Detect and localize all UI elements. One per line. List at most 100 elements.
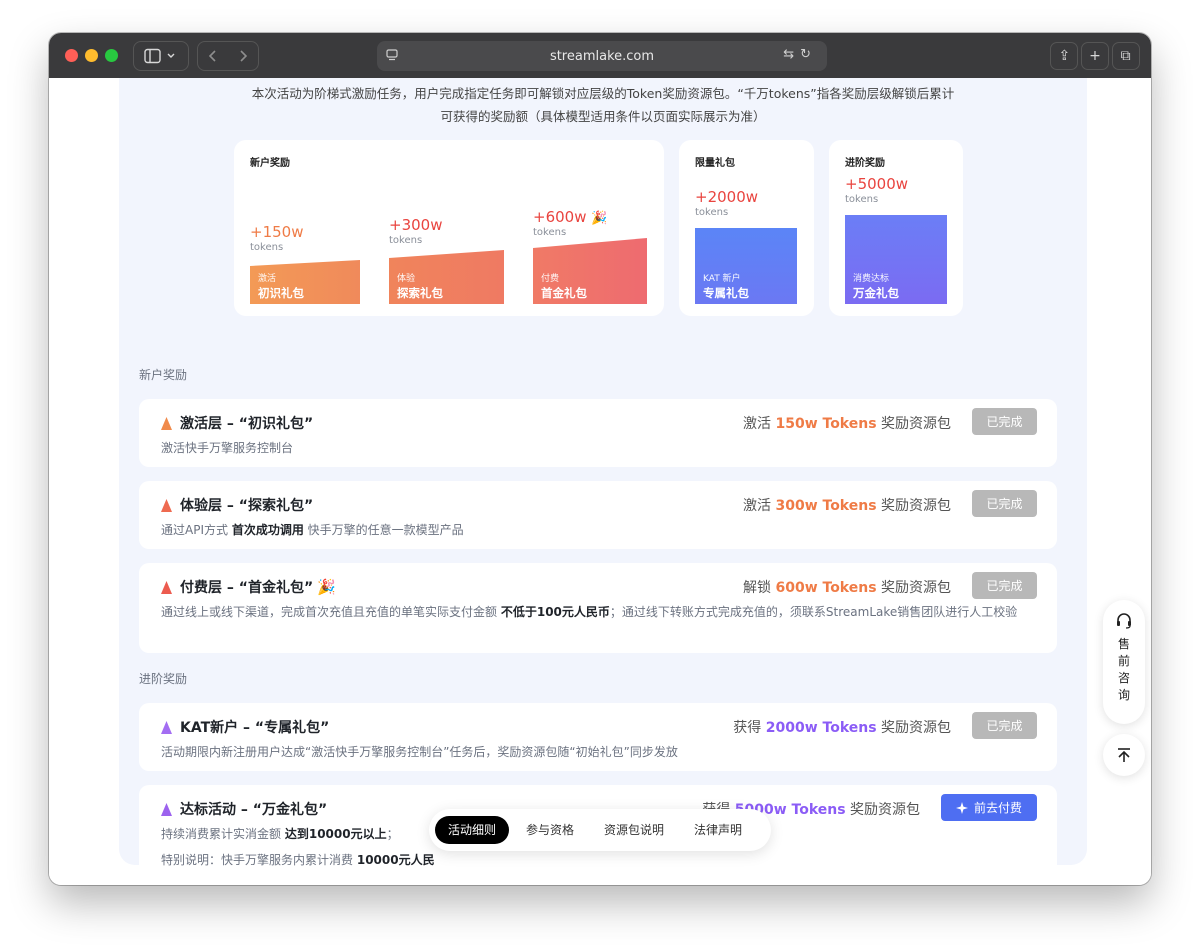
- advanced-summary-card: 进阶奖励 +5000w tokens 消费达标 万金礼包: [829, 140, 963, 316]
- block-tag: 消费达标: [853, 274, 890, 284]
- kat-block: KAT 新户 专属礼包: [695, 228, 797, 304]
- close-window-button[interactable]: [65, 49, 78, 62]
- tier-icon: [161, 580, 172, 594]
- consult-label: 售前咨询: [1117, 637, 1130, 702]
- reward-unit: tokens: [250, 242, 284, 253]
- reward-amount: +5000w: [845, 175, 909, 193]
- reward-value: 600w Tokens: [775, 580, 877, 596]
- desc-highlight: 首次成功调用: [231, 523, 304, 537]
- reward-amount: +600w 🎉: [533, 208, 607, 226]
- reward-prefix: 激活: [743, 498, 772, 514]
- reward-value: 2000w Tokens: [765, 720, 877, 736]
- tab-legal[interactable]: 法律声明: [681, 816, 755, 844]
- arrow-up-icon: [1118, 748, 1130, 762]
- block-tag: KAT 新户: [703, 274, 741, 284]
- section-title-advanced: 进阶奖励: [139, 672, 188, 686]
- headset-icon: [1117, 613, 1131, 629]
- completed-button[interactable]: 已完成: [972, 490, 1037, 517]
- completed-button[interactable]: 已完成: [972, 712, 1037, 739]
- task-row-activation: 激活层 – “初识礼包” 激活快手万擎服务控制台 激活 150w Tokens …: [139, 399, 1057, 467]
- task-title: 付费层 – “首金礼包” 🎉: [161, 577, 336, 597]
- desc-part: ；: [386, 827, 399, 841]
- url-text: streamlake.com: [549, 48, 655, 64]
- desc-highlight: 不低于100元人民币: [500, 605, 610, 619]
- task-title: KAT新户 – “专属礼包”: [161, 717, 329, 737]
- card-title: 新户奖励: [250, 158, 290, 169]
- back-icon[interactable]: [208, 49, 218, 63]
- task-reward: 获得 2000w Tokens 奖励资源包: [733, 717, 951, 737]
- address-bar[interactable]: streamlake.com ⇆↻: [377, 41, 827, 71]
- task-reward: 解锁 600w Tokens 奖励资源包: [743, 577, 951, 597]
- task-title-text: KAT新户 – “专属礼包”: [180, 720, 330, 736]
- task-title: 激活层 – “初识礼包”: [161, 413, 313, 433]
- reward-unit: tokens: [389, 235, 423, 246]
- task-title-text: 体验层 – “探索礼包”: [180, 498, 314, 514]
- reward-amount-value: +600w: [533, 208, 587, 226]
- back-to-top-button[interactable]: [1103, 734, 1145, 776]
- reward-prefix: 获得: [733, 720, 762, 736]
- tier-icon: [161, 720, 172, 734]
- card-title: 进阶奖励: [845, 158, 885, 169]
- desc-part: 持续消费累计实消金额: [161, 827, 282, 841]
- desc-part: 通过线上或线下渠道，完成首次充值且充值的单笔实际支付金额: [161, 605, 498, 619]
- presales-consult-button[interactable]: 售前咨询: [1103, 600, 1145, 724]
- tab-package-info[interactable]: 资源包说明: [591, 816, 677, 844]
- party-icon: 🎉: [591, 211, 608, 226]
- reward-unit: tokens: [533, 227, 567, 238]
- card-title: 限量礼包: [695, 158, 735, 169]
- task-desc: 激活快手万擎服务控制台: [161, 441, 294, 455]
- reward-unit: tokens: [845, 194, 879, 205]
- reward-suffix: 奖励资源包: [850, 802, 920, 818]
- task-reward: 激活 300w Tokens 奖励资源包: [743, 495, 951, 515]
- forward-icon[interactable]: [238, 49, 248, 63]
- minimize-window-button[interactable]: [85, 49, 98, 62]
- note-highlight: 10000元人民: [356, 853, 435, 867]
- activity-panel: 本次活动为阶梯式激励任务，用户完成指定任务即可解锁对应层级的Token奖励资源包…: [119, 78, 1087, 878]
- reward-amount: +300w: [389, 216, 443, 234]
- translate-icon[interactable]: ⇆: [783, 47, 800, 62]
- reward-amount: +2000w: [695, 188, 759, 206]
- tier-icon: [161, 498, 172, 512]
- go-pay-button[interactable]: 前去付费: [941, 794, 1037, 821]
- activity-intro: 本次活动为阶梯式激励任务，用户完成指定任务即可解锁对应层级的Token奖励资源包…: [119, 82, 1087, 128]
- new-tab-icon[interactable]: +: [1080, 42, 1109, 70]
- paid-block: 付费 首金礼包: [533, 260, 647, 304]
- task-desc: 持续消费累计实消金额 达到10000元以上；: [161, 823, 399, 846]
- tab-eligibility[interactable]: 参与资格: [513, 816, 587, 844]
- task-title: 达标活动 – “万金礼包”: [161, 799, 327, 819]
- block-name: 探索礼包: [397, 286, 443, 300]
- completed-button[interactable]: 已完成: [972, 408, 1037, 435]
- block-name: 初识礼包: [258, 286, 304, 300]
- reward-amount: +150w: [250, 223, 304, 241]
- tab-rules[interactable]: 活动细则: [435, 816, 510, 844]
- experience-block: 体验 探索礼包: [389, 260, 504, 304]
- tabs-overview-icon[interactable]: ⧉: [1111, 42, 1140, 70]
- task-desc: 活动期限内新注册用户达成“激活快手万擎服务控制台”任务后，奖励资源包随“初始礼包…: [161, 745, 678, 759]
- nav-buttons: [197, 41, 259, 71]
- toolbar-right: ⇪ + ⧉: [1049, 41, 1141, 71]
- note-part: 特别说明：快手万擎服务内累计消费: [161, 853, 354, 867]
- block-name: 专属礼包: [703, 286, 749, 300]
- reload-icon[interactable]: ↻: [800, 47, 817, 62]
- task-note: 特别说明：快手万擎服务内累计消费 10000元人民: [161, 849, 435, 872]
- page-menu-icon[interactable]: [385, 48, 399, 62]
- reward-suffix: 奖励资源包: [881, 498, 951, 514]
- sidebar-toggle-button[interactable]: [133, 41, 189, 71]
- url-actions: ⇆↻: [783, 47, 817, 62]
- completed-button[interactable]: 已完成: [972, 572, 1037, 599]
- desc-part: 校验: [993, 605, 1018, 619]
- intro-line-2: 可获得的奖励额（具体模型适用条件以页面实际展示为准）: [440, 109, 766, 124]
- reward-value: 150w Tokens: [775, 416, 877, 432]
- desc-highlight: 达到10000元以上: [284, 827, 387, 841]
- reward-value: 300w Tokens: [775, 498, 877, 514]
- zoom-window-button[interactable]: [105, 49, 118, 62]
- reward-suffix: 奖励资源包: [881, 416, 951, 432]
- desc-part: ；通过线下转账方式完成充值的，须联系StreamLake销售团队进行人工: [609, 605, 994, 619]
- share-icon[interactable]: ⇪: [1050, 42, 1079, 70]
- task-title-text: 付费层 – “首金礼包”: [180, 580, 314, 596]
- reward-unit: tokens: [695, 207, 729, 218]
- task-row-experience: 体验层 – “探索礼包” 通过API方式 首次成功调用 快手万擎的任意一款模型产…: [139, 481, 1057, 549]
- task-title-text: 达标活动 – “万金礼包”: [180, 802, 328, 818]
- party-icon: 🎉: [317, 578, 336, 596]
- reward-prefix: 激活: [743, 416, 772, 432]
